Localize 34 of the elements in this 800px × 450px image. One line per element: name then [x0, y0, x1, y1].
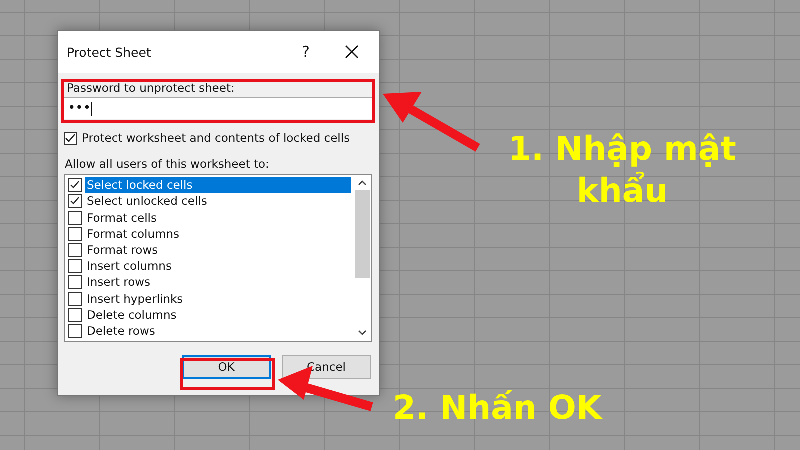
window-title: Protect Sheet — [67, 44, 152, 60]
scroll-up-icon[interactable] — [358, 180, 367, 186]
password-field[interactable]: ••• — [64, 97, 372, 119]
list-item[interactable]: Select locked cells — [85, 177, 351, 194]
list-item[interactable]: Delete rows — [85, 322, 351, 339]
list-item[interactable]: Delete columns — [85, 306, 351, 323]
checkbox[interactable] — [68, 242, 82, 257]
scroll-down-icon[interactable] — [358, 330, 367, 336]
help-button[interactable]: ? — [291, 37, 321, 67]
list-item[interactable]: Insert columns — [85, 258, 351, 274]
checkbox[interactable] — [68, 226, 82, 241]
checkbox[interactable] — [68, 259, 82, 274]
list-item[interactable]: Select unlocked cells — [85, 193, 351, 210]
list-item[interactable]: Insert hyperlinks — [85, 290, 351, 307]
checkbox[interactable] — [68, 324, 82, 338]
checkbox[interactable] — [68, 308, 82, 322]
scroll-thumb[interactable] — [355, 190, 370, 278]
list-item[interactable]: Insert rows — [85, 274, 351, 290]
checkbox[interactable] — [68, 275, 82, 290]
list-item[interactable]: Format rows — [85, 242, 351, 258]
checkbox[interactable] — [68, 178, 82, 192]
close-icon — [345, 45, 359, 59]
password-label: Password to unprotect sheet: — [67, 81, 236, 95]
callout-text: 1. Nhập mật khẩu — [508, 128, 738, 212]
list-item[interactable]: Format columns — [85, 226, 351, 242]
checkbox[interactable] — [64, 132, 77, 144]
checkbox[interactable] — [68, 210, 82, 224]
checkbox-label: Protect worksheet and contents of locked cells — [82, 131, 350, 145]
checkbox[interactable] — [68, 194, 82, 208]
callout-text: 2. Nhấn OK — [393, 388, 602, 427]
checkbox[interactable] — [68, 292, 82, 306]
cancel-button[interactable]: Cancel — [282, 355, 371, 379]
list-label: Allow all users of this worksheet to: — [65, 157, 270, 171]
list-item[interactable]: Format cells — [85, 210, 351, 226]
